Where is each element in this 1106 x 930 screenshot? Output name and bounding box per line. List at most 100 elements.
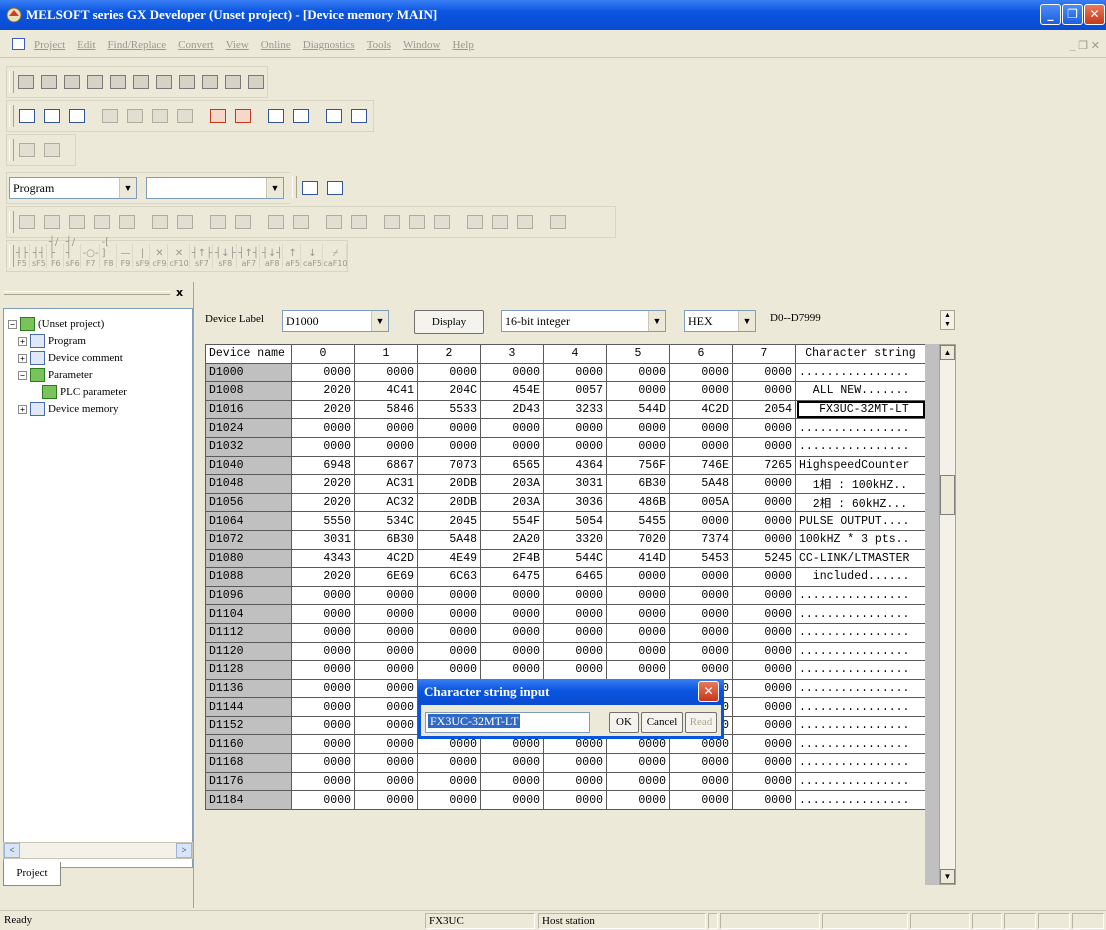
- value-cell[interactable]: 0000: [543, 771, 607, 792]
- value-cell[interactable]: 0000: [354, 604, 418, 624]
- value-cell[interactable]: 0000: [732, 771, 796, 792]
- value-cell[interactable]: 0000: [669, 362, 733, 383]
- character-string-cell[interactable]: HighspeedCounter: [795, 455, 926, 476]
- value-cell[interactable]: 0000: [543, 585, 607, 606]
- sfc-icon[interactable]: [65, 211, 88, 233]
- value-cell[interactable]: 0000: [669, 511, 733, 531]
- character-string-cell[interactable]: included......: [795, 567, 926, 587]
- value-cell[interactable]: 5054: [543, 511, 607, 531]
- value-cell[interactable]: 0000: [291, 771, 355, 792]
- value-cell[interactable]: 2020: [291, 492, 355, 513]
- maximize-button[interactable]: ❐: [1062, 4, 1083, 25]
- value-cell[interactable]: 0000: [606, 753, 670, 773]
- value-cell[interactable]: 5453: [669, 548, 733, 569]
- value-cell[interactable]: 0000: [291, 604, 355, 624]
- value-cell[interactable]: 0000: [543, 660, 607, 680]
- tree-horizontal-scrollbar[interactable]: < >: [3, 842, 193, 859]
- cross-reference-icon[interactable]: [84, 71, 105, 93]
- value-cell[interactable]: 746E: [669, 455, 733, 476]
- find-contact-icon[interactable]: [61, 71, 82, 93]
- value-cell[interactable]: 0000: [732, 585, 796, 606]
- value-cell[interactable]: 0000: [417, 604, 481, 624]
- value-cell[interactable]: 0000: [417, 362, 481, 383]
- character-string-cell[interactable]: 2相 : 60kHZ...: [795, 492, 926, 513]
- character-string-cell[interactable]: ................: [795, 734, 926, 755]
- value-cell[interactable]: 2020: [291, 474, 355, 494]
- value-cell[interactable]: 0000: [354, 362, 418, 383]
- mdi-window-controls[interactable]: _ ❐ ✕: [1070, 39, 1100, 52]
- value-cell[interactable]: 0000: [354, 678, 418, 699]
- document-icon[interactable]: [12, 38, 25, 50]
- character-string-cell[interactable]: ................: [795, 585, 926, 606]
- value-cell[interactable]: 0000: [669, 753, 733, 773]
- character-string-cell[interactable]: ................: [795, 771, 926, 792]
- value-cell[interactable]: 0000: [669, 790, 733, 810]
- character-string-cell[interactable]: ................: [795, 697, 926, 717]
- tree-node-project[interactable]: − (Unset project): [8, 317, 104, 331]
- value-cell[interactable]: 0000: [606, 604, 670, 624]
- tree-view-icon[interactable]: [323, 177, 346, 199]
- note-icon[interactable]: [200, 71, 221, 93]
- value-cell[interactable]: 0000: [543, 436, 607, 457]
- value-cell[interactable]: 5550: [291, 511, 355, 531]
- ladder-symbol-af5-button[interactable]: ↑ aF5: [285, 244, 301, 268]
- expand-icon[interactable]: +: [18, 336, 27, 346]
- value-cell[interactable]: 6465: [543, 567, 607, 587]
- value-cell[interactable]: 7073: [417, 455, 481, 476]
- edit-icon[interactable]: [115, 211, 138, 233]
- melsoft-app-icon[interactable]: [6, 7, 22, 23]
- value-cell[interactable]: 4C2D: [669, 399, 733, 420]
- character-string-cell[interactable]: ................: [795, 436, 926, 457]
- value-cell[interactable]: 6B30: [606, 474, 670, 494]
- value-cell[interactable]: 0000: [732, 715, 796, 736]
- value-cell[interactable]: 0000: [543, 753, 607, 773]
- value-cell[interactable]: 4C41: [354, 381, 418, 401]
- value-cell[interactable]: 0000: [354, 771, 418, 792]
- value-cell[interactable]: 7020: [606, 529, 670, 550]
- tree-node-plc-parameter[interactable]: PLC parameter: [42, 385, 127, 399]
- label-icon[interactable]: [90, 211, 113, 233]
- value-cell[interactable]: 5A48: [669, 474, 733, 494]
- alias-icon[interactable]: [223, 71, 244, 93]
- value-cell[interactable]: 0000: [354, 697, 418, 717]
- value-cell[interactable]: 6E69: [354, 567, 418, 587]
- value-cell[interactable]: 0000: [606, 585, 670, 606]
- value-cell[interactable]: 20DB: [417, 492, 481, 513]
- value-cell[interactable]: 0000: [732, 622, 796, 643]
- value-cell[interactable]: 0057: [543, 381, 607, 401]
- device-name-cell[interactable]: D1016: [205, 399, 292, 420]
- character-string-cell[interactable]: ................: [795, 790, 926, 810]
- close-panel-icon[interactable]: x: [176, 286, 183, 299]
- panel-grip[interactable]: [4, 291, 170, 295]
- device-name-cell[interactable]: D1008: [205, 381, 292, 401]
- ladder-symbol-sf8-button[interactable]: ┤↓├ sF8: [215, 244, 237, 268]
- value-cell[interactable]: 2A20: [480, 529, 544, 550]
- print-preview-icon[interactable]: [246, 71, 267, 93]
- value-cell[interactable]: 5455: [606, 511, 670, 531]
- chevron-down-icon[interactable]: ▼: [371, 311, 388, 331]
- value-cell[interactable]: 5245: [732, 548, 796, 569]
- collapse-icon[interactable]: −: [18, 370, 27, 380]
- value-cell[interactable]: 0000: [732, 474, 796, 494]
- copy-icon[interactable]: [148, 105, 171, 127]
- value-cell[interactable]: 0000: [417, 790, 481, 810]
- scroll-left-icon[interactable]: <: [4, 843, 20, 858]
- expand-icon[interactable]: +: [18, 404, 27, 414]
- value-cell[interactable]: 454E: [480, 381, 544, 401]
- value-cell[interactable]: 0000: [543, 418, 607, 438]
- monitor-icon[interactable]: [264, 105, 287, 127]
- chevron-down-icon[interactable]: ▼: [119, 178, 136, 198]
- zoom-view-icon[interactable]: [289, 211, 312, 233]
- value-cell[interactable]: 2054: [732, 399, 796, 420]
- value-cell[interactable]: 2020: [291, 567, 355, 587]
- value-cell[interactable]: 0000: [669, 771, 733, 792]
- monitor-write-icon[interactable]: [231, 211, 254, 233]
- dialog-close-button[interactable]: ✕: [698, 681, 719, 702]
- character-string-cell[interactable]: ................: [795, 604, 926, 624]
- value-cell[interactable]: 0000: [291, 697, 355, 717]
- tree-node-program[interactable]: + Program: [18, 334, 86, 348]
- device-name-cell[interactable]: D1032: [205, 436, 292, 457]
- value-cell[interactable]: 0000: [354, 790, 418, 810]
- device-name-cell[interactable]: D1176: [205, 771, 292, 792]
- character-string-cell[interactable]: ................: [795, 660, 926, 680]
